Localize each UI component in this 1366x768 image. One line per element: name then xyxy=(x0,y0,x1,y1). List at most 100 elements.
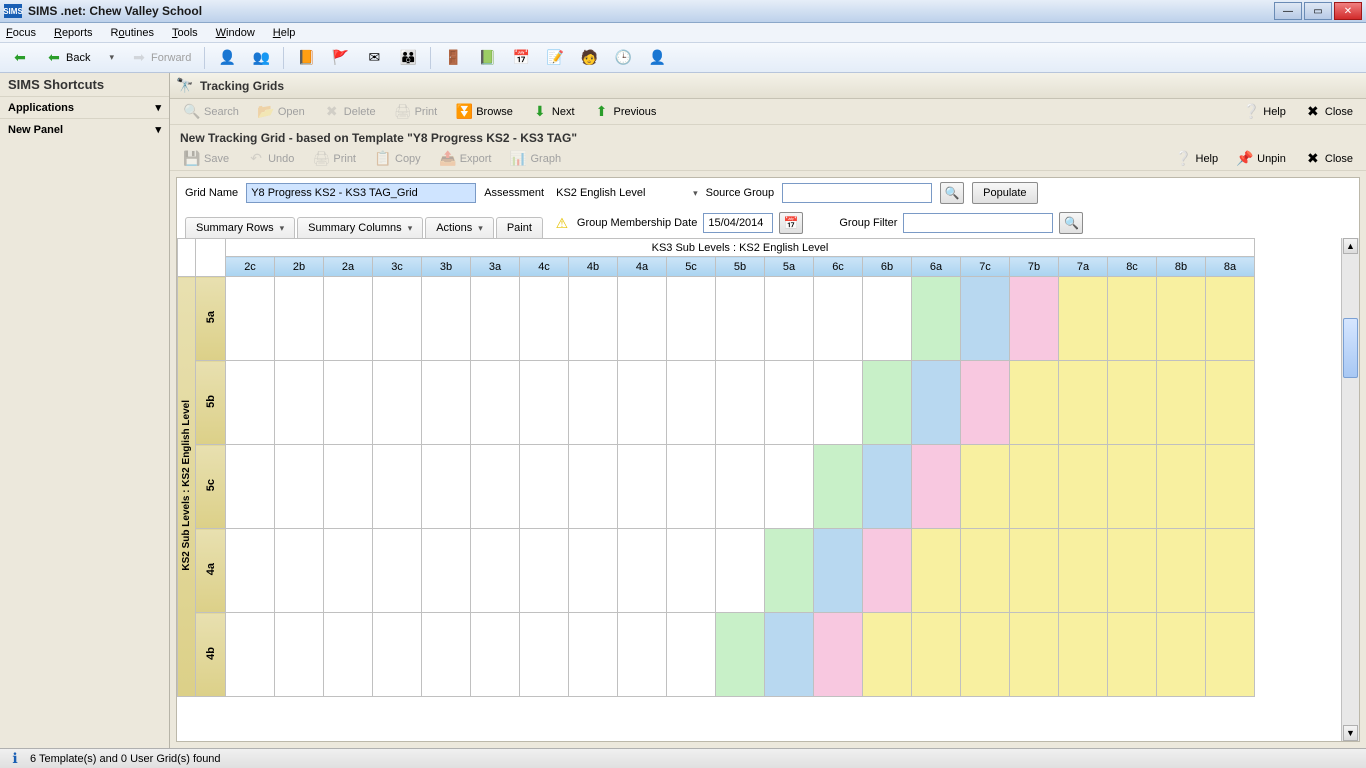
grid-cell[interactable] xyxy=(912,277,961,361)
row-header[interactable]: 4b xyxy=(196,613,226,697)
grid-cell[interactable] xyxy=(1157,613,1206,697)
column-header[interactable]: 3c xyxy=(373,257,422,277)
scroll-down-button[interactable]: ▼ xyxy=(1343,725,1358,741)
scroll-thumb[interactable] xyxy=(1343,318,1358,378)
forward-button[interactable]: ➡Forward xyxy=(123,46,198,70)
toolbar-icon-13[interactable]: 👤 xyxy=(641,46,673,70)
toolbar-icon-1[interactable]: 👤 xyxy=(211,46,243,70)
vertical-scrollbar[interactable]: ▲ ▼ xyxy=(1341,238,1359,741)
grid-cell[interactable] xyxy=(1059,277,1108,361)
grid-cell[interactable] xyxy=(1206,361,1255,445)
grid-cell[interactable] xyxy=(226,445,275,529)
grid-cell[interactable] xyxy=(520,529,569,613)
toolbar-icon-2[interactable]: 👥 xyxy=(245,46,277,70)
grid-cell[interactable] xyxy=(324,277,373,361)
grid-cell[interactable] xyxy=(667,529,716,613)
save-button[interactable]: 💾Save xyxy=(176,147,236,171)
row-header[interactable]: 5a xyxy=(196,277,226,361)
grid-cell[interactable] xyxy=(373,529,422,613)
toolbar-icon-6[interactable]: 👪 xyxy=(392,46,424,70)
grid-cell[interactable] xyxy=(1108,445,1157,529)
column-header[interactable]: 5a xyxy=(765,257,814,277)
column-header[interactable]: 8a xyxy=(1206,257,1255,277)
search-button[interactable]: 🔍Search xyxy=(176,100,246,124)
grid-cell[interactable] xyxy=(373,361,422,445)
grid-cell[interactable] xyxy=(1108,361,1157,445)
grid-cell[interactable] xyxy=(569,529,618,613)
toolbar-icon-5[interactable]: ✉ xyxy=(358,46,390,70)
menu-window[interactable]: Window xyxy=(216,27,255,39)
grid-cell[interactable] xyxy=(1206,613,1255,697)
column-header[interactable]: 5b xyxy=(716,257,765,277)
column-header[interactable]: 8b xyxy=(1157,257,1206,277)
close-doc-button[interactable]: ✖Close xyxy=(1297,147,1360,171)
grid-cell[interactable] xyxy=(863,529,912,613)
column-header[interactable]: 6b xyxy=(863,257,912,277)
grid-cell[interactable] xyxy=(1157,529,1206,613)
maximize-button[interactable]: ▭ xyxy=(1304,2,1332,20)
column-header[interactable]: 5c xyxy=(667,257,716,277)
grid-cell[interactable] xyxy=(373,277,422,361)
print-doc-button[interactable]: 🖨Print xyxy=(305,147,363,171)
grid-cell[interactable] xyxy=(912,445,961,529)
grid-cell[interactable] xyxy=(814,613,863,697)
grid-cell[interactable] xyxy=(471,277,520,361)
grid-cell[interactable] xyxy=(912,529,961,613)
grid-cell[interactable] xyxy=(863,277,912,361)
grid-cell[interactable] xyxy=(520,613,569,697)
column-header[interactable]: 2b xyxy=(275,257,324,277)
column-header[interactable]: 4a xyxy=(618,257,667,277)
back-dropdown[interactable] xyxy=(99,46,121,70)
grid-cell[interactable] xyxy=(765,361,814,445)
grid-cell[interactable] xyxy=(275,529,324,613)
back-arrow-button[interactable]: ⬅ xyxy=(4,46,36,70)
grid-cell[interactable] xyxy=(765,529,814,613)
help-doc-button[interactable]: ❔Help xyxy=(1168,147,1226,171)
toolbar-icon-12[interactable]: 🕒 xyxy=(607,46,639,70)
calendar-button[interactable]: 📅 xyxy=(779,212,803,234)
grid-cell[interactable] xyxy=(667,361,716,445)
scroll-up-button[interactable]: ▲ xyxy=(1343,238,1358,254)
grid-cell[interactable] xyxy=(324,361,373,445)
groupfilter-input[interactable] xyxy=(903,213,1053,233)
summary-rows-tab[interactable]: Summary Rows xyxy=(185,217,295,238)
actions-tab[interactable]: Actions xyxy=(425,217,494,238)
membership-date-input[interactable] xyxy=(703,213,773,233)
delete-button[interactable]: ✖Delete xyxy=(316,100,383,124)
grid-cell[interactable] xyxy=(1059,361,1108,445)
menu-reports[interactable]: Reports xyxy=(54,27,93,39)
graph-button[interactable]: 📊Graph xyxy=(502,147,568,171)
grid-cell[interactable] xyxy=(422,277,471,361)
column-header[interactable]: 7a xyxy=(1059,257,1108,277)
grid-cell[interactable] xyxy=(422,361,471,445)
minimize-button[interactable]: — xyxy=(1274,2,1302,20)
sidebar-new-panel[interactable]: New Panel▾ xyxy=(0,118,169,140)
sourcegroup-input[interactable] xyxy=(782,183,932,203)
grid-cell[interactable] xyxy=(618,529,667,613)
close-panel-button[interactable]: ✖Close xyxy=(1297,100,1360,124)
grid-cell[interactable] xyxy=(275,361,324,445)
toolbar-icon-3[interactable]: 📙 xyxy=(290,46,322,70)
grid-cell[interactable] xyxy=(1010,529,1059,613)
close-window-button[interactable]: ✕ xyxy=(1334,2,1362,20)
grid-cell[interactable] xyxy=(1010,277,1059,361)
grid-cell[interactable] xyxy=(569,277,618,361)
gridname-input[interactable] xyxy=(246,183,476,203)
row-header[interactable]: 4a xyxy=(196,529,226,613)
unpin-button[interactable]: 📌Unpin xyxy=(1229,147,1293,171)
grid-cell[interactable] xyxy=(814,445,863,529)
copy-button[interactable]: 📋Copy xyxy=(367,147,428,171)
undo-button[interactable]: ↶Undo xyxy=(240,147,301,171)
column-header[interactable]: 3a xyxy=(471,257,520,277)
grid-cell[interactable] xyxy=(961,445,1010,529)
export-button[interactable]: 📤Export xyxy=(432,147,499,171)
grid-cell[interactable] xyxy=(373,613,422,697)
grid-cell[interactable] xyxy=(716,529,765,613)
grid-cell[interactable] xyxy=(324,529,373,613)
grid-cell[interactable] xyxy=(422,529,471,613)
row-header[interactable]: 5b xyxy=(196,361,226,445)
toolbar-icon-9[interactable]: 📅 xyxy=(505,46,537,70)
grid-cell[interactable] xyxy=(618,445,667,529)
grid-cell[interactable] xyxy=(1010,361,1059,445)
grid-cell[interactable] xyxy=(275,613,324,697)
